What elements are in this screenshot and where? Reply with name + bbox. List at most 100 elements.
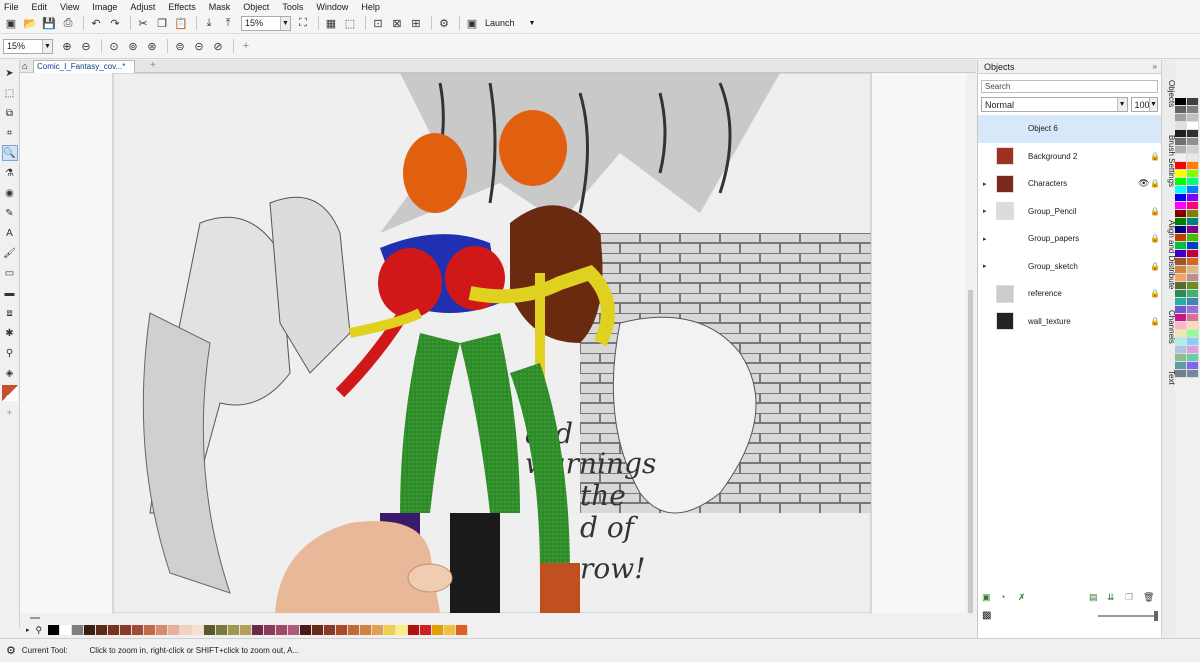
color-swatch[interactable] [1175, 138, 1187, 146]
color-swatch[interactable] [132, 625, 145, 635]
chevron-down-icon[interactable]: ▼ [42, 39, 52, 53]
expand-arrow-icon[interactable]: ▸ [983, 180, 987, 188]
color-swatch[interactable] [1175, 266, 1187, 274]
expand-arrow-icon[interactable]: ▸ [983, 235, 987, 243]
plus-icon[interactable]: + [238, 38, 254, 54]
horizontal-scroll-thumb[interactable] [30, 617, 40, 619]
objects-search-input[interactable]: Search [981, 80, 1158, 93]
color-swatch[interactable] [1187, 114, 1199, 122]
color-swatch[interactable] [1187, 362, 1199, 370]
layer-row[interactable]: ▸ Group_papers 🔒 [978, 225, 1161, 253]
color-swatch[interactable] [288, 625, 301, 635]
lock-icon[interactable]: 🔒 [1150, 289, 1160, 298]
color-swatch[interactable] [324, 625, 337, 635]
gear-icon[interactable]: ⚙ [6, 644, 16, 657]
color-swatch[interactable] [1187, 290, 1199, 298]
color-swatch[interactable] [1175, 114, 1187, 122]
color-swatch[interactable] [408, 625, 421, 635]
text-tool-icon[interactable]: A [2, 225, 18, 241]
color-swatch[interactable] [1187, 346, 1199, 354]
chevron-down-icon[interactable]: ▼ [280, 16, 290, 30]
color-swatch[interactable] [1175, 106, 1187, 114]
eyedropper-tool-icon[interactable]: ⚗ [2, 165, 18, 181]
guidelines-icon[interactable]: ⊞ [408, 15, 424, 31]
eraser-tool-icon[interactable]: ▬ [2, 285, 18, 301]
color-swatch[interactable] [432, 625, 445, 635]
color-swatch[interactable] [1187, 306, 1199, 314]
color-swatch[interactable] [1187, 202, 1199, 210]
layer-row[interactable]: ▸ Characters 👁 🔒 [978, 170, 1161, 198]
color-swatch[interactable] [1175, 306, 1187, 314]
menu-item-mask[interactable]: Mask [209, 2, 231, 12]
color-swatch[interactable] [228, 625, 241, 635]
layer-row[interactable]: wall_texture 🔒 [978, 308, 1161, 336]
color-swatch[interactable] [1187, 170, 1199, 178]
color-swatch[interactable] [1187, 354, 1199, 362]
menu-item-image[interactable]: Image [92, 2, 117, 12]
color-swatch[interactable] [384, 625, 397, 635]
lock-icon[interactable]: 🔒 [1150, 234, 1160, 243]
color-swatch[interactable] [60, 625, 73, 635]
export-icon[interactable]: ⤒ [220, 15, 236, 31]
redo-icon[interactable]: ↷ [107, 15, 123, 31]
color-swatch[interactable] [72, 625, 85, 635]
delete-icon[interactable]: 🗑 [1143, 592, 1156, 605]
color-swatch[interactable] [180, 625, 193, 635]
color-swatch[interactable] [1175, 122, 1187, 130]
color-swatch[interactable] [192, 625, 205, 635]
color-swatch[interactable] [1187, 154, 1199, 162]
color-swatch[interactable] [1175, 250, 1187, 258]
color-swatch[interactable] [1187, 98, 1199, 106]
color-swatch[interactable] [1175, 186, 1187, 194]
color-swatch[interactable] [1187, 282, 1199, 290]
mask-icon[interactable]: ✗ [1018, 592, 1031, 605]
menu-item-window[interactable]: Window [316, 2, 348, 12]
color-swatch[interactable] [1175, 298, 1187, 306]
vertical-scroll-thumb[interactable] [968, 290, 973, 630]
zoom-selection-icon[interactable]: ⊝ [191, 38, 207, 54]
layer-row[interactable]: reference 🔒 [978, 280, 1161, 308]
chevron-down-icon[interactable]: ▼ [1149, 98, 1157, 111]
merge-down-icon[interactable]: ⇊ [1107, 592, 1120, 605]
zoom-100-icon[interactable]: ⊙ [106, 38, 122, 54]
launch-button[interactable]: Launch [485, 18, 515, 28]
lock-icon[interactable]: 🔒 [1150, 317, 1160, 326]
color-swatch[interactable] [120, 625, 133, 635]
menu-item-effects[interactable]: Effects [168, 2, 195, 12]
color-swatch[interactable] [1175, 170, 1187, 178]
new-document-icon[interactable]: ▣ [3, 15, 19, 31]
color-swatch[interactable] [1187, 138, 1199, 146]
menu-item-file[interactable]: File [4, 2, 19, 12]
zoom-level-combo[interactable]: 15% ▼ [241, 15, 291, 31]
color-swatch[interactable] [1187, 162, 1199, 170]
layer-row[interactable]: Object 6 [978, 115, 1161, 143]
color-swatch[interactable] [1175, 258, 1187, 266]
color-swatch[interactable] [456, 625, 469, 635]
color-swatch[interactable] [1175, 330, 1187, 338]
save-icon[interactable]: 💾 [41, 15, 57, 31]
docker-tab-brush-settings[interactable]: Brush Settings [1162, 135, 1176, 187]
brush-tool-icon[interactable]: ✎ [2, 205, 18, 221]
layer-row[interactable]: ▸ Group_Pencil 🔒 [978, 198, 1161, 226]
mask-overlay-icon[interactable]: ▦ [323, 15, 339, 31]
color-swatch[interactable] [1187, 274, 1199, 282]
grid-icon[interactable]: ⊠ [389, 15, 405, 31]
pipette-tool-icon[interactable]: ⚲ [2, 345, 18, 361]
new-lens-icon[interactable]: ◔ [1000, 592, 1013, 605]
color-swatch[interactable] [1187, 226, 1199, 234]
color-swatch[interactable] [1187, 338, 1199, 346]
color-swatch[interactable] [252, 625, 265, 635]
color-swatch[interactable] [1187, 218, 1199, 226]
shape-tool-icon[interactable]: ▭ [2, 265, 18, 281]
add-tool-icon[interactable]: + [2, 405, 18, 421]
color-swatch[interactable] [1175, 178, 1187, 186]
document-canvas[interactable]: ard warnings the d of row! [20, 72, 966, 614]
menu-item-tools[interactable]: Tools [282, 2, 303, 12]
color-swatch[interactable] [1175, 202, 1187, 210]
color-swatch[interactable] [1187, 122, 1199, 130]
color-swatch[interactable] [1187, 298, 1199, 306]
lock-icon[interactable]: 🔒 [1150, 179, 1160, 188]
color-swatch[interactable] [1175, 362, 1187, 370]
docker-tab-text[interactable]: Text [1162, 370, 1176, 385]
color-swatch[interactable] [1187, 370, 1199, 378]
